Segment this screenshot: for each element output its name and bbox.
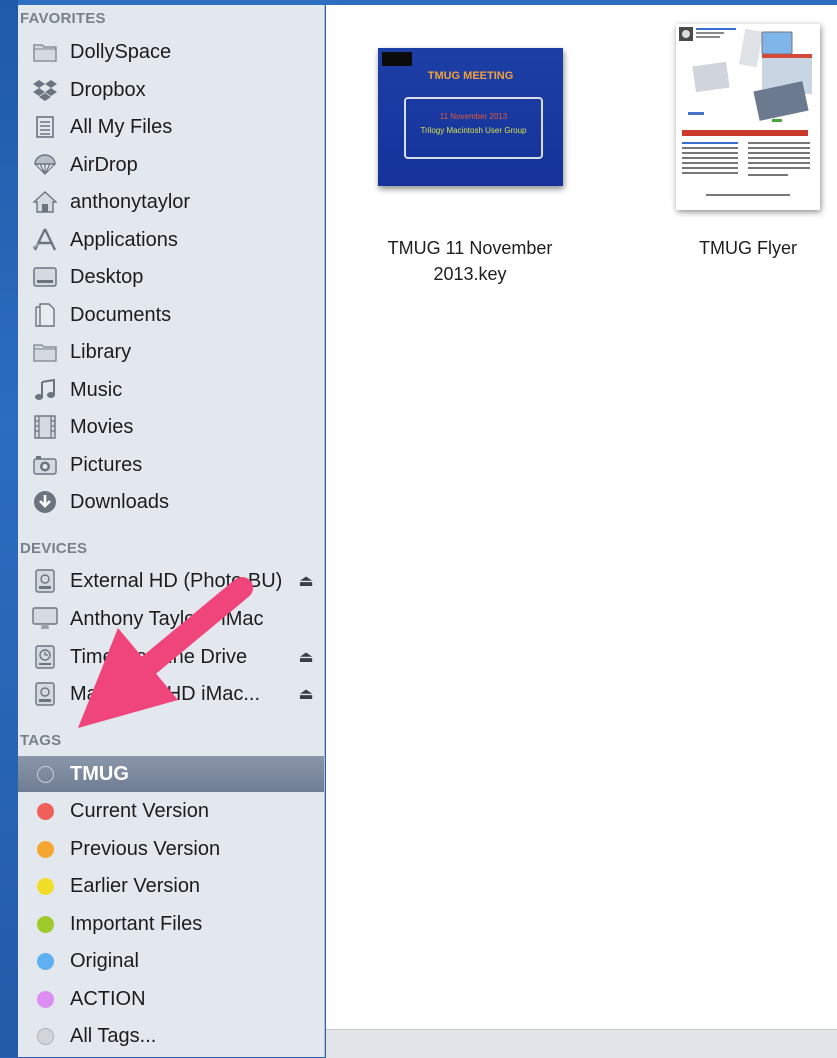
sidebar-item-label: Earlier Version <box>70 874 201 897</box>
external-drive-icon <box>32 568 58 594</box>
sidebar-item-external-hd[interactable]: External HD (Photo BU) ⏏ <box>18 563 324 599</box>
sidebar-item-label: DollySpace <box>70 40 172 63</box>
sidebar-item-label: Previous Version <box>70 837 221 860</box>
tag-color-icon <box>32 911 58 937</box>
eject-icon[interactable]: ⏏ <box>298 647 314 667</box>
sidebar-tag-all-tags[interactable]: All Tags... <box>18 1018 324 1054</box>
sidebar-item-desktop[interactable]: Desktop <box>18 259 324 295</box>
keynote-slide-box: 11 November 2013 Trilogy Macintosh User … <box>404 97 543 159</box>
music-icon <box>32 377 58 403</box>
sidebar-item-dollyspace[interactable]: DollySpace <box>18 34 324 70</box>
sidebar-item-music[interactable]: Music <box>18 372 324 408</box>
sidebar-tag-original[interactable]: Original <box>18 943 324 979</box>
sidebar-item-imac[interactable]: Anthony Taylor's iMac <box>18 601 324 637</box>
sidebar-item-label: Library <box>70 340 132 363</box>
sidebar-item-label: Original <box>70 949 139 972</box>
sidebar-item-label: Music <box>70 378 123 401</box>
status-bar <box>326 1029 837 1058</box>
sidebar-item-pictures[interactable]: Pictures <box>18 447 324 483</box>
tag-color-icon <box>32 761 58 787</box>
imac-icon <box>32 606 58 632</box>
desktop-icon <box>32 264 58 290</box>
time-machine-drive-icon <box>32 644 58 670</box>
sidebar-item-label: Movies <box>70 415 134 438</box>
sidebar-tag-current-version[interactable]: Current Version <box>18 793 324 829</box>
sidebar-item-macintosh-hd[interactable]: Macintosh HD iMac... ⏏ <box>18 676 324 712</box>
keynote-slide-group: Trilogy Macintosh User Group <box>420 126 527 135</box>
logo-icon <box>382 52 412 66</box>
sidebar-item-movies[interactable]: Movies <box>18 409 324 445</box>
sidebar-item-label: All Tags... <box>70 1024 157 1047</box>
flyer-preview-icon <box>679 27 812 196</box>
sidebar-item-home[interactable]: anthonytaylor <box>18 184 324 220</box>
keynote-file-name[interactable]: TMUG 11 November 2013.key <box>360 235 580 287</box>
favorites-header: FAVORITES <box>20 10 106 27</box>
sidebar-item-label: External HD (Photo BU) <box>70 569 283 592</box>
tag-color-icon <box>32 948 58 974</box>
movies-icon <box>32 414 58 440</box>
sidebar-item-library[interactable]: Library <box>18 334 324 370</box>
sidebar-item-all-my-files[interactable]: All My Files <box>18 109 324 145</box>
sidebar-item-label: Anthony Taylor's iMac <box>70 607 264 630</box>
tag-color-icon <box>32 986 58 1012</box>
finder-sidebar: FAVORITES DollySpace Dropbox All My File… <box>18 5 325 1057</box>
file-name-line: TMUG Flyer <box>699 238 797 258</box>
sidebar-tag-important-files[interactable]: Important Files <box>18 906 324 942</box>
flyer-file-name[interactable]: TMUG Flyer <box>658 235 837 261</box>
sidebar-item-label: All My Files <box>70 115 173 138</box>
sidebar-item-label: Pictures <box>70 453 143 476</box>
sidebar-item-label: Documents <box>70 303 172 326</box>
keynote-file-thumbnail[interactable]: TMUG MEETING 11 November 2013 Trilogy Ma… <box>378 48 563 186</box>
sidebar-tag-tmug[interactable]: TMUG <box>18 756 324 792</box>
sidebar-item-label: anthonytaylor <box>70 190 191 213</box>
tags-header: TAGS <box>20 732 62 749</box>
desktop-background <box>0 0 18 1057</box>
sidebar-item-documents[interactable]: Documents <box>18 297 324 333</box>
devices-header: DEVICES <box>20 540 88 557</box>
keynote-slide-title: TMUG MEETING <box>427 70 514 82</box>
sidebar-tag-action[interactable]: ACTION <box>18 981 324 1017</box>
sidebar-item-applications[interactable]: Applications <box>18 222 324 258</box>
tag-color-icon <box>32 836 58 862</box>
eject-icon[interactable]: ⏏ <box>298 571 314 591</box>
sidebar-item-label: TMUG <box>70 762 129 785</box>
sidebar-item-time-machine[interactable]: Time Machine Drive ⏏ <box>18 639 324 675</box>
camera-icon <box>32 452 58 478</box>
sidebar-item-label: Time Machine Drive <box>70 645 248 668</box>
sidebar-item-label: Important Files <box>70 912 203 935</box>
keynote-slide-date: 11 November 2013 <box>439 112 508 121</box>
tag-color-icon <box>32 798 58 824</box>
sidebar-item-dropbox[interactable]: Dropbox <box>18 72 324 108</box>
sidebar-item-label: Desktop <box>70 265 144 288</box>
sidebar-item-label: Dropbox <box>70 78 146 101</box>
folder-icon <box>32 339 58 365</box>
eject-icon[interactable]: ⏏ <box>298 684 314 704</box>
sidebar-item-label: Applications <box>70 228 178 251</box>
all-files-icon <box>32 114 58 140</box>
sidebar-item-label: Current Version <box>70 799 209 822</box>
external-drive-icon <box>32 681 58 707</box>
file-name-line: TMUG 11 November <box>387 238 553 258</box>
sidebar-item-label: Macintosh HD iMac... <box>70 682 261 705</box>
sidebar-item-label: Downloads <box>70 490 169 513</box>
home-icon <box>32 189 58 215</box>
sidebar-item-label: AirDrop <box>70 153 138 176</box>
sidebar-tag-earlier-version[interactable]: Earlier Version <box>18 868 324 904</box>
airdrop-icon <box>32 152 58 178</box>
dropbox-icon <box>32 77 58 103</box>
documents-icon <box>32 302 58 328</box>
sidebar-tag-previous-version[interactable]: Previous Version <box>18 831 324 867</box>
sidebar-item-downloads[interactable]: Downloads <box>18 484 324 520</box>
applications-icon <box>32 227 58 253</box>
flyer-file-thumbnail[interactable] <box>676 24 820 210</box>
sidebar-item-label: ACTION <box>70 987 146 1010</box>
downloads-icon <box>32 489 58 515</box>
tag-color-icon <box>32 1023 58 1049</box>
file-name-line: 2013.key <box>433 264 507 284</box>
sidebar-item-airdrop[interactable]: AirDrop <box>18 147 324 183</box>
tag-color-icon <box>32 873 58 899</box>
folder-icon <box>32 39 58 65</box>
